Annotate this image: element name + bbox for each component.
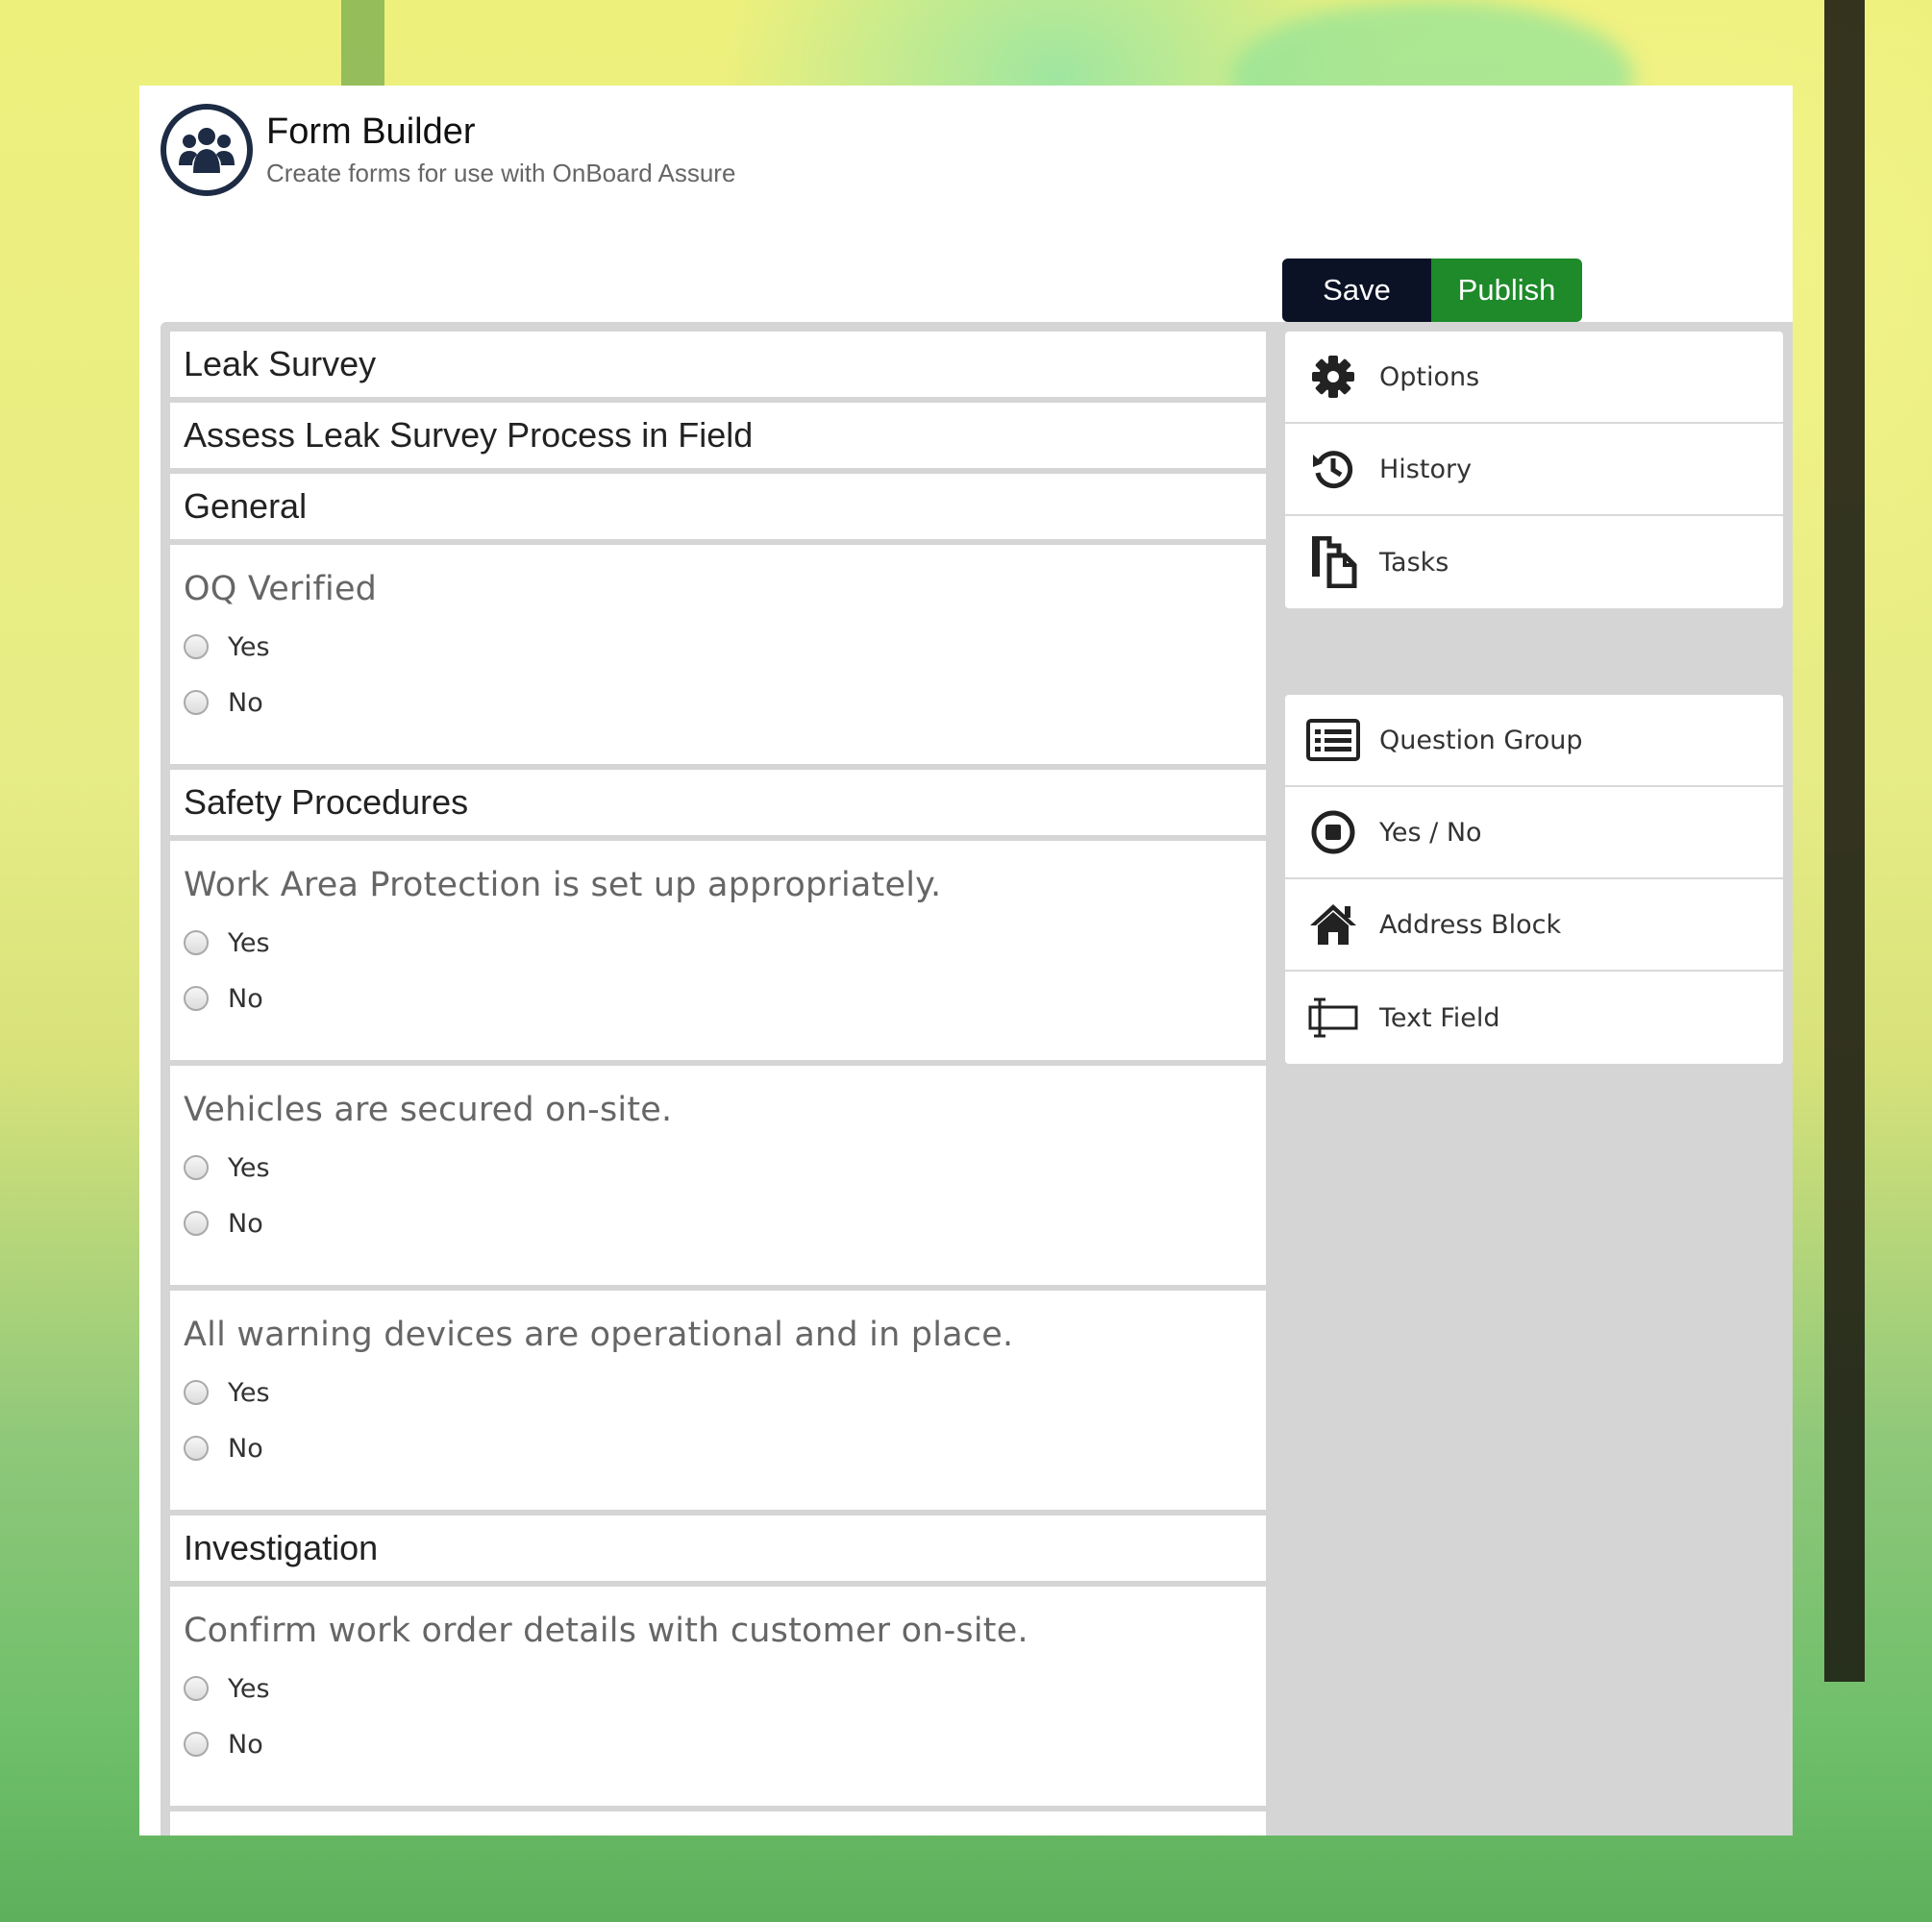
form-description-block[interactable]: Assess Leak Survey Process in Field: [170, 403, 1266, 468]
component-label: Yes / No: [1379, 817, 1482, 848]
radio-button[interactable]: [184, 690, 209, 715]
question-block[interactable]: Confirm work order details with customer…: [170, 1587, 1266, 1806]
text-field-icon: [1306, 991, 1360, 1045]
component-address-block[interactable]: Address Block: [1285, 879, 1783, 972]
radio-button[interactable]: [184, 1155, 209, 1180]
radio-option[interactable]: Yes: [184, 925, 1252, 960]
component-label: Address Block: [1379, 909, 1562, 940]
section-heading[interactable]: General: [170, 474, 1266, 539]
component-question-group[interactable]: Question Group: [1285, 695, 1783, 787]
background-pillar-left: [341, 0, 384, 86]
menu-item-history[interactable]: History: [1285, 424, 1783, 516]
question-block[interactable]: Vehicles are secured on-site. Yes No: [170, 1066, 1266, 1285]
tasks-icon: [1306, 535, 1360, 589]
component-label: Question Group: [1379, 725, 1583, 755]
question-block[interactable]: All warning devices are operational and …: [170, 1291, 1266, 1510]
question-label: All warning devices are operational and …: [184, 1316, 1014, 1354]
option-label: No: [228, 687, 263, 718]
component-text-field[interactable]: Text Field: [1285, 972, 1783, 1064]
app-header: Form Builder Create forms for use with O…: [161, 97, 735, 203]
section-heading[interactable]: Investigation: [170, 1515, 1266, 1581]
menu-item-label: History: [1379, 454, 1473, 484]
radio-option[interactable]: No: [184, 685, 1252, 720]
option-label: Yes: [228, 631, 270, 662]
form-preview: Leak Survey Assess Leak Survey Process i…: [170, 332, 1266, 1836]
radio-option[interactable]: No: [184, 981, 1252, 1016]
option-label: Yes: [228, 1377, 270, 1408]
menu-item-tasks[interactable]: Tasks: [1285, 516, 1783, 608]
radio-button[interactable]: [184, 1211, 209, 1236]
history-icon: [1306, 442, 1360, 496]
home-icon: [1306, 898, 1360, 951]
menu-item-label: Tasks: [1379, 547, 1449, 578]
option-label: No: [228, 1729, 263, 1760]
question-block[interactable]: Work Area Protection is set up appropria…: [170, 841, 1266, 1060]
radio-button[interactable]: [184, 1732, 209, 1757]
radio-option[interactable]: Yes: [184, 1375, 1252, 1410]
radio-button[interactable]: [184, 1436, 209, 1461]
option-label: No: [228, 1208, 263, 1239]
radio-option[interactable]: Yes: [184, 1671, 1252, 1706]
option-label: Yes: [228, 1673, 270, 1704]
people-group-icon: [161, 104, 253, 196]
components-panel: Question Group Yes / No Address Block Te…: [1285, 695, 1783, 1064]
question-block[interactable]: OQ Verified Yes No: [170, 545, 1266, 764]
question-label: OQ Verified: [184, 570, 378, 608]
background-pillar: [1824, 0, 1865, 1682]
app-window: Form Builder Create forms for use with O…: [139, 86, 1793, 1836]
form-title-block[interactable]: Leak Survey: [170, 332, 1266, 397]
page-title: Form Builder: [266, 111, 476, 152]
question-label: Work Area Protection is set up appropria…: [184, 866, 942, 904]
radio-button[interactable]: [184, 634, 209, 659]
radio-option[interactable]: Yes: [184, 1150, 1252, 1185]
radio-option[interactable]: No: [184, 1727, 1252, 1762]
save-button[interactable]: Save: [1282, 259, 1431, 322]
component-yes-no[interactable]: Yes / No: [1285, 787, 1783, 879]
option-label: No: [228, 1433, 263, 1464]
menu-item-label: Options: [1379, 361, 1480, 392]
radio-option[interactable]: Yes: [184, 629, 1252, 664]
menu-item-options[interactable]: Options: [1285, 332, 1783, 424]
section-heading[interactable]: Safety Procedures: [170, 770, 1266, 835]
radio-stop-icon: [1306, 805, 1360, 859]
option-label: Yes: [228, 927, 270, 958]
component-label: Text Field: [1379, 1002, 1500, 1033]
radio-button[interactable]: [184, 1676, 209, 1701]
builder-canvas: Leak Survey Assess Leak Survey Process i…: [161, 322, 1793, 1836]
radio-option[interactable]: No: [184, 1431, 1252, 1466]
list-icon: [1306, 713, 1360, 767]
radio-button[interactable]: [184, 930, 209, 955]
question-label: Confirm work order details with customer…: [184, 1612, 1028, 1650]
publish-button[interactable]: Publish: [1431, 259, 1582, 322]
radio-button[interactable]: [184, 1380, 209, 1405]
builder-sidebar: Options History Tasks Question Group Yes…: [1285, 332, 1783, 1064]
option-label: No: [228, 983, 263, 1014]
action-toolbar: Save Publish: [1282, 259, 1582, 322]
question-label: Vehicles are secured on-site.: [184, 1091, 673, 1129]
next-block-partial[interactable]: [170, 1811, 1266, 1836]
option-label: Yes: [228, 1152, 270, 1183]
radio-option[interactable]: No: [184, 1206, 1252, 1241]
gear-icon: [1306, 350, 1360, 404]
menu-panel: Options History Tasks: [1285, 332, 1783, 608]
radio-button[interactable]: [184, 986, 209, 1011]
page-subtitle: Create forms for use with OnBoard Assure: [266, 159, 736, 187]
